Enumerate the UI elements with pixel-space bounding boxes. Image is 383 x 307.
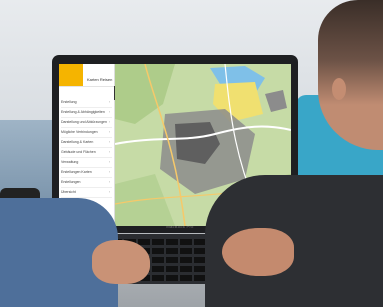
- chevron-right-icon: ›: [108, 120, 110, 124]
- sidebar-item[interactable]: Gebäude und Flächen ›: [61, 148, 112, 158]
- sidebar-item[interactable]: Erstellungen ›: [61, 178, 112, 188]
- chevron-right-icon: ›: [108, 160, 110, 164]
- photo-scene: MacBook Pro Karten Reisen Erstellung › Er…: [0, 0, 383, 307]
- chevron-right-icon: ›: [108, 180, 110, 184]
- sidebar-header: Karten Reisen: [59, 64, 114, 87]
- person-ear: [332, 78, 346, 100]
- sidebar-item[interactable]: Darstellung und Abkürzungen ›: [61, 118, 112, 128]
- chevron-right-icon: ›: [108, 100, 110, 104]
- sidebar-item-label: Darstellung & Karten: [61, 140, 94, 144]
- sidebar-item-label: Darstellung und Abkürzungen: [61, 120, 107, 124]
- sidebar-item[interactable]: Erstellung ›: [61, 98, 112, 108]
- sidebar-item[interactable]: Erstellungen Karten ›: [61, 168, 112, 178]
- sidebar-item-label: Erstellung & Abhängigkeiten: [61, 110, 105, 114]
- sidebar-item-label: Übersicht: [61, 190, 76, 194]
- sidebar-item[interactable]: Verwaltung ›: [61, 158, 112, 168]
- app-logo[interactable]: [59, 64, 83, 86]
- person-left-hand: [92, 240, 150, 284]
- person-right-hand: [222, 228, 294, 276]
- chevron-right-icon: ›: [108, 110, 110, 114]
- chevron-right-icon: ›: [108, 190, 110, 194]
- sidebar-item-label: Verwaltung: [61, 160, 79, 164]
- sidebar-item[interactable]: Übersicht ›: [61, 188, 112, 198]
- sidebar-title: Karten Reisen: [87, 77, 113, 82]
- sidebar-item[interactable]: Erstellung & Abhängigkeiten ›: [61, 108, 112, 118]
- sidebar-item-label: Erstellungen: [61, 180, 81, 184]
- chevron-right-icon: ›: [108, 140, 110, 144]
- sidebar-item-label: Erstellung: [61, 100, 77, 104]
- sidebar-item[interactable]: Mögliche Verbindungen ›: [61, 128, 112, 138]
- chevron-right-icon: ›: [108, 170, 110, 174]
- chevron-right-icon: ›: [108, 150, 110, 154]
- sidebar-item-label: Gebäude und Flächen: [61, 150, 96, 154]
- sidebar-item-label: Erstellungen Karten: [61, 170, 92, 174]
- sidebar-item[interactable]: Darstellung & Karten ›: [61, 138, 112, 148]
- chevron-right-icon: ›: [108, 130, 110, 134]
- sidebar-item-label: Mögliche Verbindungen: [61, 130, 98, 134]
